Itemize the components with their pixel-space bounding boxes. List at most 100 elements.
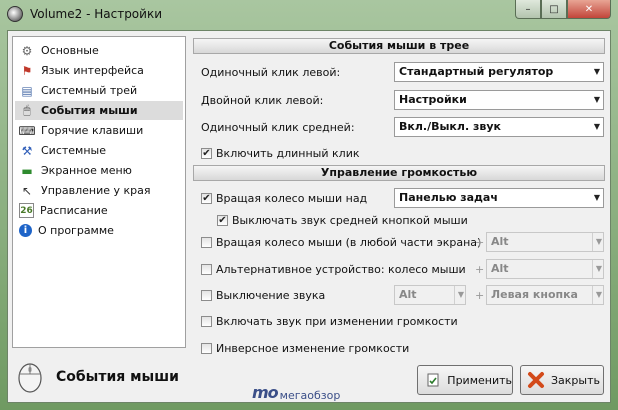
- double-click-value: Настройки: [399, 93, 467, 106]
- app-window: Volume2 - Настройки – □ ✕ ⚙ Основные ⚑ Язык…: [0, 0, 618, 410]
- mute-middle-label: Выключать звук средней кнопкой мыши: [232, 214, 468, 227]
- wheel-over-label: Вращая колесо мыши над: [216, 192, 368, 205]
- volume-app-icon: [7, 6, 23, 22]
- mute-modifier-value: Alt: [399, 288, 417, 301]
- sidebar-item-label: Основные: [41, 44, 99, 57]
- double-click-select[interactable]: Настройки ▼: [394, 90, 604, 110]
- wheel-anywhere-label: Вращая колесо мыши (в любой части экрана…: [216, 236, 482, 249]
- close-label: Закрыть: [551, 373, 600, 387]
- chevron-down-icon: ▼: [591, 260, 602, 278]
- sidebar-item-label: События мыши: [41, 104, 138, 117]
- inverse-label: Инверсное изменение громкости: [216, 342, 410, 355]
- mute-checkbox[interactable]: Выключение звука: [201, 289, 325, 302]
- close-button[interactable]: Закрыть: [520, 365, 604, 395]
- left-click-value: Стандартный регулятор: [399, 65, 554, 78]
- middle-click-label: Одиночный клик средней:: [201, 121, 355, 134]
- title-bar[interactable]: Volume2 - Настройки – □ ✕: [0, 0, 618, 30]
- sidebar-item[interactable]: i О программе: [15, 221, 183, 240]
- sidebar-item[interactable]: ⌨ Горячие клавиши: [15, 121, 183, 140]
- sidebar-item[interactable]: ⚙ Основные: [15, 41, 183, 60]
- edge-cursor-icon: ↖: [21, 183, 33, 198]
- checkbox-box: ✔: [201, 147, 212, 159]
- sidebar-item[interactable]: ⚒ Системные: [15, 141, 183, 160]
- inverse-checkbox[interactable]: Инверсное изменение громкости: [201, 342, 409, 355]
- tray-icon: ▤: [21, 83, 33, 98]
- calendar-icon: 26: [19, 203, 34, 218]
- mouse-icon: 🖱: [23, 103, 31, 117]
- mouse-icon: [18, 363, 42, 393]
- sound-on-change-label: Включать звук при изменении громкости: [216, 315, 458, 328]
- alt-device-modifier-select[interactable]: Alt ▼: [486, 259, 604, 279]
- sidebar-item[interactable]: 🖱 События мыши: [15, 101, 183, 120]
- mute-middle-checkbox[interactable]: ✔ Выключать звук средней кнопкой мыши: [217, 214, 468, 227]
- chevron-down-icon: ▼: [453, 286, 464, 304]
- left-click-label: Одиночный клик левой:: [201, 66, 341, 79]
- watermark-logo: mo мегаобзор: [252, 383, 340, 402]
- section-header-volume: Управление громкостью: [193, 165, 605, 181]
- long-click-checkbox[interactable]: ✔ Включить длинный клик: [201, 147, 359, 160]
- middle-click-select[interactable]: Вкл./Выкл. звук ▼: [394, 117, 604, 137]
- checkbox-box: [201, 316, 212, 327]
- chevron-down-icon: ▼: [593, 122, 600, 131]
- checkbox-box: [201, 343, 212, 354]
- checkbox-box: [201, 237, 212, 248]
- long-click-label: Включить длинный клик: [216, 147, 360, 160]
- sidebar-item-label: Системные: [41, 144, 106, 157]
- sidebar-item-label: Расписание: [40, 204, 108, 217]
- sidebar-item[interactable]: ▬ Экранное меню: [15, 161, 183, 180]
- maximize-button[interactable]: □: [541, 0, 567, 19]
- chevron-down-icon: ▼: [591, 286, 602, 304]
- sound-on-change-checkbox[interactable]: Включать звук при изменении громкости: [201, 315, 458, 328]
- chevron-down-icon: ▼: [593, 193, 600, 202]
- sidebar-item-label: Системный трей: [41, 84, 138, 97]
- sidebar-item[interactable]: ▤ Системный трей: [15, 81, 183, 100]
- plus-sign: +: [475, 263, 485, 276]
- wheel-over-select[interactable]: Панелью задач ▼: [394, 188, 604, 208]
- sidebar: ⚙ Основные ⚑ Язык интерфейса ▤ Системный трей…: [12, 36, 186, 348]
- client-area: ⚙ Основные ⚑ Язык интерфейса ▤ Системный трей…: [7, 30, 611, 403]
- middle-click-value: Вкл./Выкл. звук: [399, 120, 501, 133]
- screen-menu-icon: ▬: [21, 163, 33, 178]
- wheel-anywhere-modifier-value: Alt: [491, 235, 509, 248]
- apply-label: Применить: [447, 373, 512, 387]
- sidebar-item-label: Экранное меню: [41, 164, 132, 177]
- sidebar-item[interactable]: 26 Расписание: [15, 201, 183, 220]
- tools-icon: ⚒: [21, 143, 33, 158]
- mute-button-value: Левая кнопка: [491, 288, 578, 301]
- flag-icon: ⚑: [21, 63, 33, 78]
- apply-button[interactable]: Применить: [417, 365, 513, 395]
- close-window-button[interactable]: ✕: [567, 0, 611, 19]
- wheel-anywhere-checkbox[interactable]: Вращая колесо мыши (в любой части экрана…: [201, 236, 481, 249]
- mute-modifier-select[interactable]: Alt ▼: [394, 285, 466, 305]
- checkbox-box: ✔: [217, 214, 228, 226]
- chevron-down-icon: ▼: [593, 95, 600, 104]
- plus-sign: +: [475, 289, 485, 302]
- keyboard-icon: ⌨: [18, 123, 36, 138]
- info-icon: i: [19, 224, 32, 237]
- wheel-over-checkbox[interactable]: ✔ Вращая колесо мыши над: [201, 192, 367, 205]
- alt-device-checkbox[interactable]: Альтернативное устройство: колесо мыши: [201, 263, 466, 276]
- sidebar-item-label: Управление у края: [41, 184, 151, 197]
- minimize-button[interactable]: –: [515, 0, 541, 19]
- mute-label: Выключение звука: [216, 289, 326, 302]
- watermark-mark: mo: [252, 383, 279, 402]
- sidebar-item[interactable]: ↖ Управление у края: [15, 181, 183, 200]
- wheel-over-value: Панелью задач: [399, 191, 498, 204]
- section-header-tray: События мыши в трее: [193, 38, 605, 54]
- wheel-anywhere-modifier-select[interactable]: Alt ▼: [486, 232, 604, 252]
- alt-device-label: Альтернативное устройство: колесо мыши: [216, 263, 466, 276]
- apply-icon: [424, 371, 441, 389]
- plus-sign: +: [475, 236, 485, 249]
- double-click-label: Двойной клик левой:: [201, 94, 324, 107]
- chevron-down-icon: ▼: [591, 233, 602, 251]
- checkbox-box: [201, 264, 212, 275]
- mute-button-select[interactable]: Левая кнопка ▼: [486, 285, 604, 305]
- checkbox-box: ✔: [201, 192, 212, 204]
- sidebar-item-label: О программе: [38, 224, 114, 237]
- close-icon: [527, 371, 545, 389]
- settings-icon: ⚙: [21, 43, 33, 58]
- settings-panel: События мыши в трее Одиночный клик левой…: [193, 36, 607, 355]
- sidebar-item-label: Язык интерфейса: [41, 64, 144, 77]
- sidebar-item[interactable]: ⚑ Язык интерфейса: [15, 61, 183, 80]
- left-click-select[interactable]: Стандартный регулятор ▼: [394, 62, 604, 82]
